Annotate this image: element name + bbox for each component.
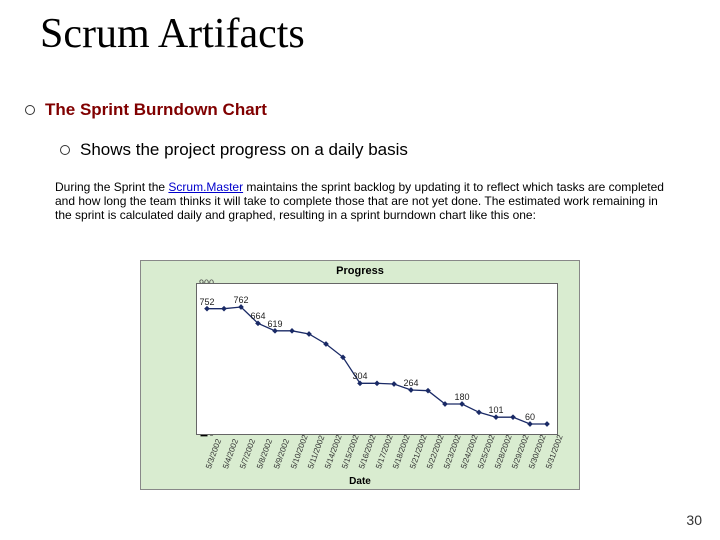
- body-paragraph: During the Sprint the Scrum.Master maint…: [55, 180, 675, 222]
- page-number: 30: [686, 512, 702, 528]
- bullet-level-2: Shows the project progress on a daily ba…: [60, 140, 408, 160]
- chart-data-label: 264: [403, 378, 418, 388]
- chart-data-label: 762: [233, 295, 248, 305]
- chart-data-label: 101: [488, 405, 503, 415]
- bullet-1-text: The Sprint Burndown Chart: [45, 100, 267, 120]
- chart-data-label: 619: [267, 319, 282, 329]
- bullet-2-text: Shows the project progress on a daily ba…: [80, 140, 408, 160]
- scrum-master-link[interactable]: Scrum.Master: [168, 180, 243, 194]
- chart-data-label: 180: [454, 392, 469, 402]
- chart-xlabel: Date: [141, 476, 579, 487]
- chart-title: Progress: [141, 265, 579, 277]
- para-pre: During the Sprint the: [55, 180, 168, 194]
- chart-data-label: 304: [352, 371, 367, 381]
- page-title: Scrum Artifacts: [40, 10, 305, 58]
- chart-xtick: 5/4/2002: [221, 438, 240, 470]
- bullet-icon: [60, 145, 70, 155]
- chart-xtick: 5/8/2002: [255, 438, 274, 470]
- bullet-level-1: The Sprint Burndown Chart: [25, 100, 267, 120]
- chart-xticks: 5/3/20025/4/20025/7/20025/8/20025/9/2002…: [196, 437, 556, 477]
- burndown-chart: Progress Remaining Effort in Hours Date …: [140, 260, 580, 490]
- chart-xtick: 5/3/2002: [204, 438, 223, 470]
- slide: Scrum Artifacts The Sprint Burndown Char…: [0, 0, 720, 540]
- chart-data-label: 752: [199, 297, 214, 307]
- chart-data-label: 664: [250, 311, 265, 321]
- chart-xtick: 5/31/2002: [544, 434, 565, 471]
- bullet-icon: [25, 105, 35, 115]
- chart-xtick: 5/9/2002: [272, 438, 291, 470]
- chart-plot-area: 752 762664619 304 264 180 101 60: [196, 283, 558, 435]
- chart-xtick: 5/7/2002: [238, 438, 257, 470]
- chart-data-label: 60: [525, 412, 535, 422]
